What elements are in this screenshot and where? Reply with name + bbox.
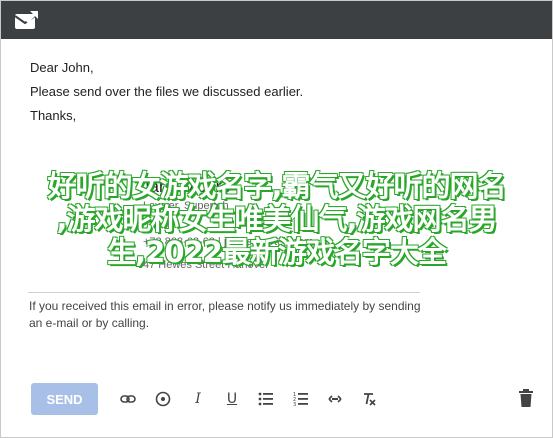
link-icon[interactable]: [118, 389, 138, 409]
signature-block: Jane Moore Lawyer, Superteh +78 888-68-6…: [131, 171, 416, 281]
compose-icon[interactable]: [14, 10, 40, 32]
signature-title: Lawyer, Superteh: [143, 200, 229, 212]
clear-format-icon[interactable]: [359, 389, 379, 409]
send-button[interactable]: SEND: [31, 383, 98, 415]
divider: [28, 292, 420, 293]
italic-icon[interactable]: I: [188, 389, 208, 409]
signature-address: 47 Hewes Street Hanover: [143, 259, 269, 271]
closing: Thanks,: [30, 108, 77, 123]
compose-toolbar: SEND I U 123: [1, 379, 552, 419]
signature-contact: +78 888-68-68 | jm@superteh.com: [143, 236, 314, 248]
numbered-list-icon[interactable]: 123: [291, 389, 311, 409]
greeting: Dear John,: [30, 60, 94, 75]
trash-icon[interactable]: [517, 388, 535, 408]
bullet-list-icon[interactable]: [256, 389, 276, 409]
disclaimer-text: If you received this email in error, ple…: [29, 299, 421, 330]
compose-window: Dear John, Please send over the files we…: [0, 0, 553, 438]
svg-text:3: 3: [293, 402, 296, 407]
signature-name: Jane Moore: [141, 177, 231, 196]
message-body[interactable]: Dear John, Please send over the files we…: [30, 56, 530, 128]
code-icon[interactable]: [325, 389, 345, 409]
underline-icon[interactable]: U: [222, 389, 242, 409]
compose-titlebar: [1, 1, 552, 39]
message-line: Please send over the files we discussed …: [30, 84, 304, 99]
image-icon[interactable]: [153, 389, 173, 409]
